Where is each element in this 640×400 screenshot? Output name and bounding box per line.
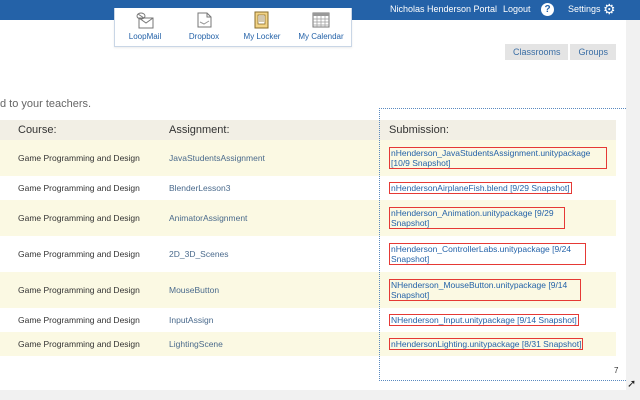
intro-text: d to your teachers.: [0, 98, 92, 110]
locker-icon: [254, 11, 269, 29]
submission-link[interactable]: NHenderson_MouseButton.unitypackage [9/1…: [389, 279, 581, 301]
assignment-link[interactable]: MouseButton: [165, 272, 375, 308]
column-header-assignment: Assignment:: [165, 120, 375, 140]
portal-link[interactable]: Nicholas Henderson Portal: [390, 4, 497, 14]
calendar-icon: [312, 12, 330, 28]
tab-groups[interactable]: Groups: [570, 44, 616, 60]
course-cell: Game Programming and Design: [0, 308, 165, 332]
mouse-cursor-icon: ➚: [627, 378, 637, 390]
course-cell: Game Programming and Design: [0, 176, 165, 200]
course-cell: Game Programming and Design: [0, 236, 165, 272]
course-cell: Game Programming and Design: [0, 332, 165, 356]
table-row: Game Programming and Design BlenderLesso…: [0, 176, 616, 200]
assignment-link[interactable]: BlenderLesson3: [165, 176, 375, 200]
right-scroll-rail: [626, 20, 640, 400]
submission-link[interactable]: nHendersonAirplaneFish.blend [9/29 Snaps…: [389, 182, 572, 194]
submission-link[interactable]: nHenderson_ControllerLabs.unitypackage […: [389, 243, 586, 265]
assignment-link[interactable]: 2D_3D_Scenes: [165, 236, 375, 272]
quick-tools-bar: LoopMail Dropbox My Locker My Calendar: [114, 8, 352, 47]
assignment-link[interactable]: InputAssign: [165, 308, 375, 332]
table-row: Game Programming and Design AnimatorAssi…: [0, 200, 616, 236]
table-row: Game Programming and Design InputAssign …: [0, 308, 616, 332]
assignment-link[interactable]: LightingScene: [165, 332, 375, 356]
submission-link[interactable]: nHenderson_Animation.unitypackage [9/29 …: [389, 207, 565, 229]
loopmail-icon: [136, 12, 154, 29]
assignment-link[interactable]: AnimatorAssignment: [165, 200, 375, 236]
submission-link[interactable]: NHenderson_Input.unitypackage [9/14 Snap…: [389, 314, 579, 326]
tab-classrooms[interactable]: Classrooms: [504, 44, 569, 60]
column-header-course: Course:: [0, 120, 165, 140]
dropbox-icon: [197, 12, 212, 28]
dropbox-button[interactable]: Dropbox: [175, 8, 233, 46]
submissions-table: Course: Assignment: Submission: Game Pro…: [0, 120, 616, 356]
logout-link[interactable]: Logout: [503, 4, 531, 14]
submission-link[interactable]: nHenderson_JavaStudentsAssignment.unityp…: [389, 147, 607, 169]
course-cell: Game Programming and Design: [0, 272, 165, 308]
course-cell: Game Programming and Design: [0, 140, 165, 176]
gear-icon[interactable]: ⚙: [603, 1, 616, 17]
page-number: 7: [614, 366, 619, 375]
table-row: Game Programming and Design LightingScen…: [0, 332, 616, 356]
course-cell: Game Programming and Design: [0, 200, 165, 236]
tool-label: Dropbox: [188, 32, 220, 41]
table-row: Game Programming and Design 2D_3D_Scenes…: [0, 236, 616, 272]
my-locker-button[interactable]: My Locker: [233, 8, 291, 46]
help-circle-icon[interactable]: ?: [541, 3, 554, 16]
settings-link[interactable]: Settings: [568, 4, 601, 14]
loopmail-button[interactable]: LoopMail: [115, 8, 175, 46]
table-row: Game Programming and Design MouseButton …: [0, 272, 616, 308]
view-tabs: Classrooms Groups: [503, 42, 616, 60]
assignment-link[interactable]: JavaStudentsAssignment: [165, 140, 375, 176]
submission-link[interactable]: nHendersonLighting.unitypackage [8/31 Sn…: [389, 338, 584, 350]
tool-label: My Locker: [243, 32, 281, 41]
my-calendar-button[interactable]: My Calendar: [291, 8, 351, 46]
column-header-submission: Submission:: [375, 120, 616, 140]
main-content: Classrooms Groups d to your teachers. Cou…: [0, 20, 626, 390]
table-row: Game Programming and Design JavaStudents…: [0, 140, 616, 176]
tool-label: My Calendar: [298, 32, 344, 41]
tool-label: LoopMail: [128, 32, 162, 41]
